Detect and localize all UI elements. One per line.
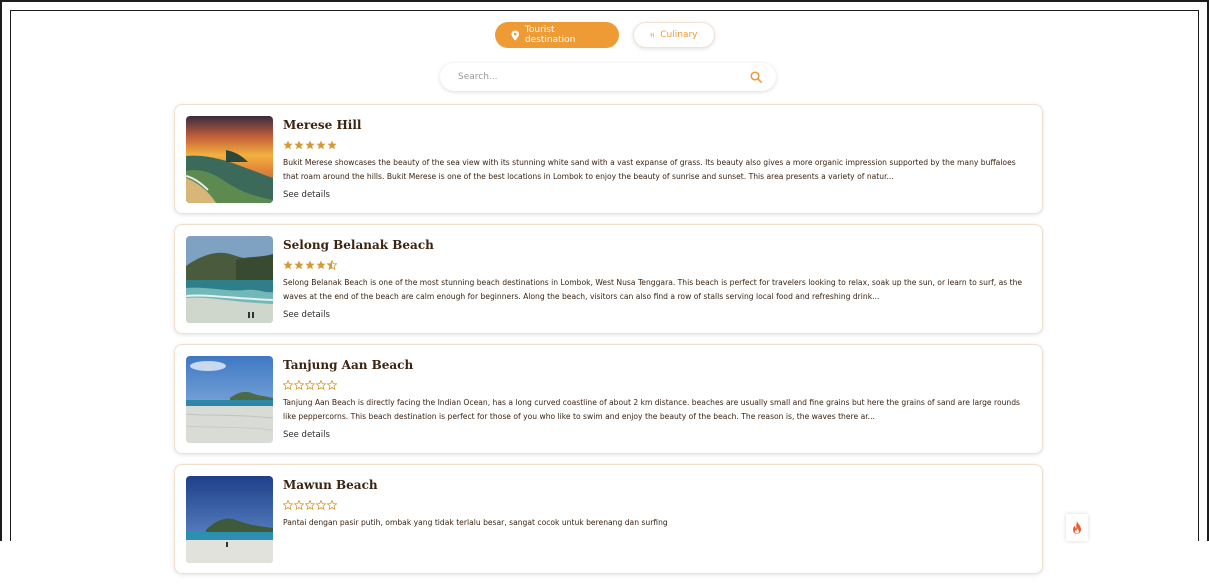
location-pin-icon	[510, 29, 519, 41]
star-empty-icon	[283, 380, 293, 390]
tab-label: Culinary	[660, 30, 698, 40]
destination-photo	[186, 356, 273, 443]
star-empty-icon	[305, 500, 315, 510]
star-filled-icon	[305, 140, 315, 150]
star-filled-icon	[316, 260, 326, 270]
rating-stars	[283, 260, 1028, 272]
floating-fire-button[interactable]	[1066, 514, 1088, 541]
destination-list: Merese Hill Bukit Merese showcases the b…	[174, 104, 1043, 584]
fork-knife-icon	[649, 32, 654, 38]
destination-photo	[186, 116, 273, 203]
star-half-icon	[327, 260, 337, 270]
destination-description: Bukit Merese showcases the beauty of the…	[283, 158, 1016, 181]
star-filled-icon	[283, 260, 293, 270]
star-empty-icon	[316, 380, 326, 390]
star-filled-icon	[294, 260, 304, 270]
star-empty-icon	[283, 500, 293, 510]
destination-title: Mawun Beach	[283, 478, 378, 492]
category-tabs: Tourist destination Culinary	[0, 22, 1209, 48]
frame-line	[1198, 10, 1199, 541]
search-bar	[440, 63, 776, 91]
star-filled-icon	[283, 140, 293, 150]
rating-stars	[283, 140, 1028, 152]
star-filled-icon	[305, 260, 315, 270]
frame-line	[10, 10, 11, 541]
destination-title: Tanjung Aan Beach	[283, 358, 414, 372]
tab-culinary[interactable]: Culinary	[632, 22, 715, 48]
star-empty-icon	[327, 380, 337, 390]
star-filled-icon	[294, 140, 304, 150]
destination-card[interactable]: Merese Hill Bukit Merese showcases the b…	[174, 104, 1043, 214]
tab-label: Tourist destination	[524, 25, 576, 45]
rating-stars	[283, 380, 1028, 392]
destination-card[interactable]: Tanjung Aan Beach Tanjung Aan Beach is d…	[174, 344, 1043, 454]
destination-description: Pantai dengan pasir putih, ombak yang ti…	[283, 518, 668, 527]
rating-stars	[283, 500, 1028, 512]
frame-line	[10, 10, 1199, 11]
see-details-link[interactable]: See details	[283, 190, 1028, 200]
destination-title: Selong Belanak Beach	[283, 238, 434, 252]
star-empty-icon	[294, 500, 304, 510]
destination-description: Selong Belanak Beach is one of the most …	[283, 278, 1023, 301]
destination-photo	[186, 476, 273, 563]
destination-title: Merese Hill	[283, 118, 362, 132]
star-empty-icon	[294, 380, 304, 390]
search-input[interactable]	[456, 71, 750, 83]
see-details-link[interactable]: See details	[283, 430, 1028, 440]
star-empty-icon	[316, 500, 326, 510]
destination-description: Tanjung Aan Beach is directly facing the…	[283, 398, 1021, 421]
fire-icon	[1073, 521, 1081, 534]
see-details-link[interactable]: See details	[283, 310, 1028, 320]
star-filled-icon	[327, 140, 337, 150]
star-filled-icon	[316, 140, 326, 150]
star-empty-icon	[327, 500, 337, 510]
destination-photo	[186, 236, 273, 323]
star-empty-icon	[305, 380, 315, 390]
tab-tourist-destination[interactable]: Tourist destination	[494, 22, 619, 48]
destination-card[interactable]: Mawun Beach Pantai dengan pasir putih, o…	[174, 464, 1043, 574]
search-icon[interactable]	[750, 71, 762, 83]
destination-card[interactable]: Selong Belanak Beach Selong Belanak Beac…	[174, 224, 1043, 334]
